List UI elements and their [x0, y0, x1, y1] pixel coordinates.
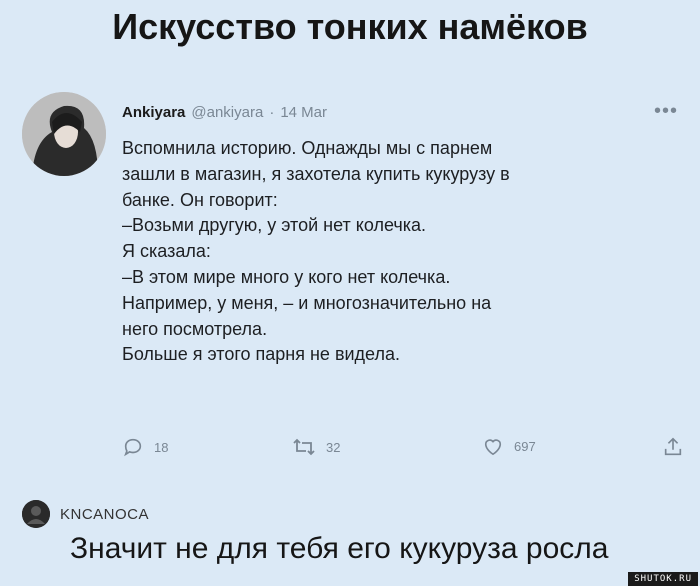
- tweet-line: него посмотрела.: [122, 318, 268, 339]
- retweet-button[interactable]: 32: [292, 436, 340, 458]
- comment-author[interactable]: KNCANOCA: [60, 506, 149, 523]
- tweet-line: Например, у меня, – и многозначительно н…: [122, 292, 492, 313]
- comment-header: KNCANOCA: [22, 500, 149, 528]
- share-icon: [664, 437, 682, 456]
- tweet-line: Вспомнила историю. Однажды мы с парнем: [122, 138, 493, 158]
- more-icon[interactable]: •••: [654, 100, 678, 123]
- author-name[interactable]: Ankiyara: [122, 104, 185, 121]
- tweet-line: банке. Он говорит:: [122, 189, 278, 210]
- comment-text: Значит не для тебя его кукуруза росла: [70, 532, 609, 565]
- reply-button[interactable]: 18: [122, 436, 168, 458]
- tweet-line: –В этом мире много у кого нет колечка.: [122, 266, 451, 287]
- separator: ·: [269, 104, 275, 121]
- meme-title: Искусство тонких намёков: [112, 6, 588, 47]
- reply-icon: [124, 438, 142, 457]
- retweet-icon: [293, 438, 315, 456]
- like-count: 697: [514, 438, 536, 454]
- tweet-actions: 18 32 697: [122, 436, 682, 466]
- tweet-line: Я сказала:: [122, 241, 211, 262]
- share-button[interactable]: [662, 436, 684, 458]
- tweet-line: зашли в магазин, я захотела купить кукур…: [122, 163, 510, 184]
- like-icon: [484, 439, 502, 456]
- tweet-date[interactable]: 14 Mar: [280, 104, 327, 121]
- retweet-count: 32: [326, 439, 341, 455]
- watermark: SHUTOK.RU: [628, 572, 698, 586]
- tweet-avatar[interactable]: [22, 92, 106, 176]
- tweet-line: Больше я этого парня не видела.: [122, 344, 400, 365]
- tweet-body: Вспомнила историю. Однажды мы с парнем з…: [122, 136, 682, 368]
- comment-avatar[interactable]: [22, 500, 50, 528]
- like-button[interactable]: 697: [482, 436, 536, 456]
- reply-count: 18: [154, 439, 169, 455]
- tweet-line: –Возьми другую, у этой нет колечка.: [122, 215, 427, 236]
- tweet-header: Ankiyara @ankiyara · 14 Mar: [122, 104, 327, 121]
- author-handle[interactable]: @ankiyara: [191, 104, 263, 121]
